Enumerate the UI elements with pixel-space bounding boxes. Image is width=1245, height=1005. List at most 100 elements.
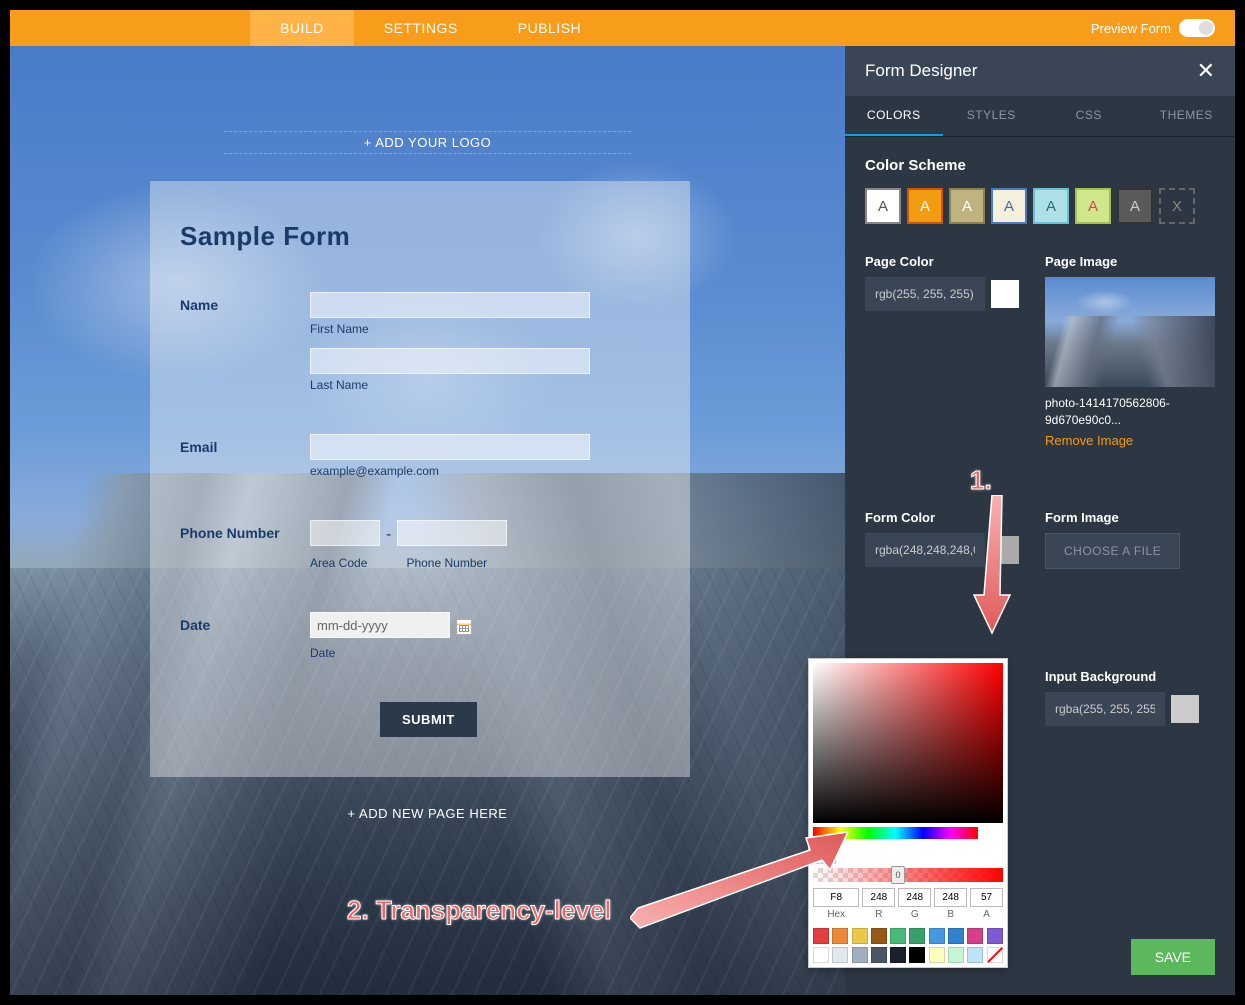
scheme-swatch-6[interactable]: A (1075, 188, 1111, 224)
submit-button[interactable]: SUBMIT (380, 702, 477, 737)
phone-separator: - (386, 526, 391, 544)
name-label: Name (180, 292, 310, 404)
email-hint: example@example.com (310, 464, 660, 478)
preview-label: Preview Form (1091, 21, 1171, 36)
preset-color[interactable] (813, 947, 829, 963)
preset-clear[interactable] (987, 947, 1003, 963)
add-logo-button[interactable]: + ADD YOUR LOGO (224, 131, 632, 154)
date-hint: Date (310, 646, 660, 660)
page-color-swatch[interactable] (991, 280, 1019, 308)
preset-color[interactable] (871, 947, 887, 963)
preset-color[interactable] (832, 928, 848, 944)
sb-tab-colors[interactable]: COLORS (845, 96, 943, 136)
preset-color[interactable] (987, 928, 1003, 944)
b-input[interactable] (934, 888, 967, 907)
alpha-handle[interactable]: 0 (891, 866, 905, 884)
last-name-input[interactable] (310, 348, 590, 374)
preset-color[interactable] (929, 947, 945, 963)
sb-tab-css[interactable]: CSS (1040, 96, 1138, 136)
scheme-swatch-3[interactable]: A (949, 188, 985, 224)
preset-color[interactable] (967, 947, 983, 963)
preset-color[interactable] (890, 947, 906, 963)
form-color-input[interactable] (865, 533, 985, 567)
choose-file-button[interactable]: CHOOSE A FILE (1045, 533, 1180, 569)
preset-colors (813, 928, 1003, 963)
current-color-preview (816, 844, 836, 864)
scheme-swatch-4[interactable]: A (991, 188, 1027, 224)
sidebar-tabs: COLORS STYLES CSS THEMES (845, 96, 1235, 137)
a-input[interactable] (970, 888, 1003, 907)
preset-color[interactable] (852, 928, 868, 944)
alpha-slider[interactable]: 0 (813, 868, 1003, 882)
add-page-button[interactable]: + ADD NEW PAGE HERE (348, 806, 508, 821)
tab-build[interactable]: BUILD (250, 10, 354, 46)
page-image-thumbnail[interactable] (1045, 277, 1215, 387)
preview-toggle-area: Preview Form (1091, 19, 1215, 37)
tab-settings[interactable]: SETTINGS (354, 10, 488, 46)
preset-color[interactable] (929, 928, 945, 944)
close-icon[interactable]: ✕ (1197, 58, 1215, 84)
hue-slider[interactable] (813, 827, 978, 839)
sidebar-header: Form Designer ✕ (845, 46, 1235, 96)
page-image-filename: photo-1414170562806-9d670e90c0... (1045, 395, 1215, 429)
email-label: Email (180, 434, 310, 490)
form-color-label: Form Color (865, 510, 1029, 525)
field-name: Name First Name Last Name (180, 292, 660, 404)
input-bg-label: Input Background (1045, 669, 1215, 684)
scheme-swatch-1[interactable]: A (865, 188, 901, 224)
page-color-label: Page Color (865, 254, 1029, 269)
field-phone: Phone Number - Area Code Phone Number (180, 520, 660, 582)
preset-color[interactable] (948, 947, 964, 963)
color-gradient-area[interactable] (813, 663, 1003, 823)
page-image-block: Page Image photo-1414170562806-9d670e90c… (1045, 254, 1215, 450)
color-picker-popup: 0 Hex R G B A (808, 658, 1008, 968)
b-label: B (934, 909, 967, 920)
page-color-block: Page Color (865, 254, 1029, 450)
area-code-input[interactable] (310, 520, 380, 546)
preset-color[interactable] (813, 928, 829, 944)
hex-input[interactable] (813, 888, 859, 907)
input-bg-swatch[interactable] (1171, 695, 1199, 723)
phone-label: Phone Number (180, 520, 310, 582)
email-input[interactable] (310, 434, 590, 460)
form-color-block: Form Color (865, 510, 1029, 569)
form-color-swatch[interactable] (991, 536, 1019, 564)
sb-tab-themes[interactable]: THEMES (1138, 96, 1236, 136)
preview-toggle[interactable] (1179, 19, 1215, 37)
remove-image-link[interactable]: Remove Image (1045, 433, 1133, 448)
scheme-swatch-5[interactable]: A (1033, 188, 1069, 224)
preset-color[interactable] (871, 928, 887, 944)
nav-tabs: BUILD SETTINGS PUBLISH (250, 10, 611, 46)
date-input[interactable]: mm-dd-yyyy (310, 612, 450, 638)
scheme-swatch-7[interactable]: A (1117, 188, 1153, 224)
first-name-hint: First Name (310, 322, 660, 336)
g-label: G (898, 909, 931, 920)
g-input[interactable] (898, 888, 931, 907)
phone-number-hint: Phone Number (406, 556, 487, 570)
input-bg-input[interactable] (1045, 692, 1165, 726)
scheme-swatch-2[interactable]: A (907, 188, 943, 224)
page-color-input[interactable] (865, 277, 985, 311)
sb-tab-styles[interactable]: STYLES (943, 96, 1041, 136)
calendar-icon[interactable] (456, 619, 472, 635)
r-input[interactable] (862, 888, 895, 907)
phone-number-input[interactable] (397, 520, 507, 546)
preset-color[interactable] (967, 928, 983, 944)
area-code-hint: Area Code (310, 556, 388, 570)
first-name-input[interactable] (310, 292, 590, 318)
save-button[interactable]: SAVE (1131, 939, 1215, 975)
preset-color[interactable] (890, 928, 906, 944)
scheme-swatch-custom[interactable]: X (1159, 188, 1195, 224)
color-scheme-swatches: A A A A A A A X (865, 188, 1215, 224)
field-date: Date mm-dd-yyyy Date (180, 612, 660, 672)
hex-label: Hex (813, 909, 859, 920)
preset-color[interactable] (852, 947, 868, 963)
preset-color[interactable] (948, 928, 964, 944)
tab-publish[interactable]: PUBLISH (488, 10, 611, 46)
form-image-block: Form Image CHOOSE A FILE (1045, 510, 1215, 569)
preset-color[interactable] (909, 947, 925, 963)
preset-color[interactable] (832, 947, 848, 963)
picker-inputs: Hex R G B A (813, 888, 1003, 920)
input-bg-block: Input Background (1045, 669, 1215, 726)
preset-color[interactable] (909, 928, 925, 944)
